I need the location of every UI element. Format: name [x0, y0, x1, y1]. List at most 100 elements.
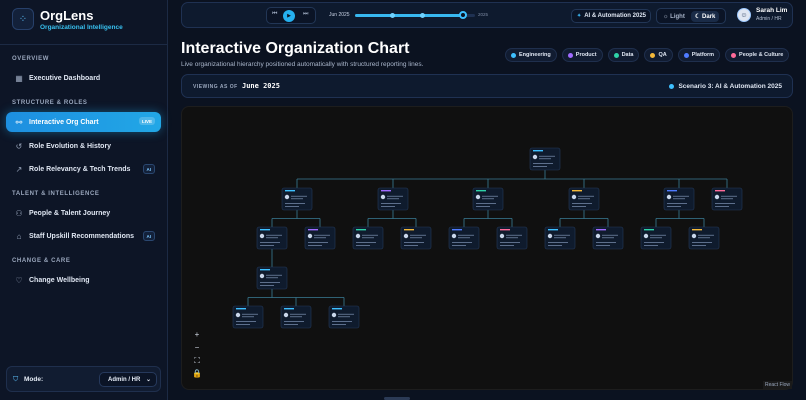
org-node-card[interactable]: [640, 226, 672, 250]
legend-label: QA: [658, 52, 667, 58]
org-node-card[interactable]: [496, 226, 528, 250]
org-node-card[interactable]: [472, 187, 504, 211]
mode-label: Mode:: [24, 376, 44, 383]
org-node-card[interactable]: [304, 226, 336, 250]
live-badge: LIVE: [138, 117, 155, 125]
sidebar-item-label: People & Talent Journey: [29, 209, 111, 217]
chevron-down-icon: ⌄: [145, 377, 151, 383]
legend-item[interactable]: Engineering: [505, 48, 557, 62]
theme-dark-option[interactable]: ☾ Dark: [691, 11, 720, 22]
zoom-in-button[interactable]: +: [191, 328, 203, 341]
org-chart-graph[interactable]: [182, 107, 793, 390]
sidebar-item-role-evolution[interactable]: ↺ Role Evolution & History: [6, 136, 161, 156]
heart-icon: ♡: [15, 275, 23, 285]
scenario-pill-label: AI & Automation 2025: [584, 13, 646, 19]
brand[interactable]: ⁘ OrgLens Organizational Intelligence: [12, 8, 162, 38]
org-node-card[interactable]: [688, 226, 720, 250]
fit-view-button[interactable]: ⛶: [191, 354, 203, 367]
org-node-card[interactable]: [400, 226, 432, 250]
react-flow-attribution[interactable]: React Flow: [763, 381, 793, 389]
viewing-date: June 2025: [242, 82, 280, 90]
sidebar-item-label: Role Evolution & History: [29, 142, 112, 150]
sidebar-item-label: Change Wellbeing: [29, 276, 90, 284]
timeline-thumb[interactable]: [459, 11, 467, 19]
mode-value: Admin / HR: [108, 376, 141, 383]
viewing-bar: VIEWING AS OF June 2025 Scenario 3: AI &…: [181, 74, 793, 98]
section-label-change: CHANGE & CARE: [12, 258, 71, 264]
mode-selector-panel: ⛉ Mode: Admin / HR ⌄: [6, 366, 161, 392]
sidebar-item-people-journey[interactable]: ⚇ People & Talent Journey: [6, 203, 161, 223]
theme-light-option[interactable]: ☼ Light: [659, 11, 689, 22]
legend-label: People & Culture: [739, 52, 784, 58]
skip-back-button[interactable]: ⏮: [272, 11, 277, 18]
sparkle-icon: ✦: [577, 13, 582, 19]
org-node-card[interactable]: [377, 187, 409, 211]
org-node-card[interactable]: [256, 266, 288, 290]
legend-item[interactable]: People & Culture: [725, 48, 790, 62]
legend-dot: [567, 52, 573, 58]
section-label-talent: TALENT & INTELLIGENCE: [12, 191, 100, 197]
org-node-card[interactable]: [281, 187, 313, 211]
sidebar-item-org-chart[interactable]: ⚯ Interactive Org Chart LIVE: [6, 112, 161, 132]
zoom-out-button[interactable]: −: [191, 341, 203, 354]
brand-tagline: Organizational Intelligence: [40, 24, 123, 31]
play-button[interactable]: ▶: [283, 10, 295, 22]
ai-badge: AI: [142, 164, 155, 174]
top-bar: ⏮ ▶ ⏭ Jun 2025 2025 ✦ AI & Automation 20…: [181, 2, 793, 28]
page-subtitle: Live organizational hierarchy positioned…: [181, 61, 424, 68]
legend-item[interactable]: QA: [644, 48, 673, 62]
org-node-card[interactable]: [280, 305, 312, 329]
zoom-controls: + − ⛶ 🔒: [191, 328, 203, 380]
legend-dot: [613, 52, 619, 58]
sidebar-item-change-wellbeing[interactable]: ♡ Change Wellbeing: [6, 270, 161, 290]
sidebar-item-executive-dashboard[interactable]: ▦ Executive Dashboard: [6, 68, 161, 88]
page-title: Interactive Organization Chart: [181, 40, 410, 57]
org-node-card[interactable]: [256, 226, 288, 250]
sidebar-divider: [0, 44, 168, 45]
org-node-card[interactable]: [663, 187, 695, 211]
avatar[interactable]: ☺: [737, 8, 751, 22]
timeline-slider[interactable]: [355, 11, 475, 19]
timeline-progress: [355, 14, 463, 17]
theme-light-label: Light: [670, 13, 685, 20]
org-node-card[interactable]: [544, 226, 576, 250]
legend-item[interactable]: Data: [607, 48, 640, 62]
legend-dot: [683, 52, 689, 58]
grid-icon: ▦: [15, 73, 23, 83]
playback-controls: ⏮ ▶ ⏭: [266, 7, 316, 24]
sidebar-item-upskill[interactable]: ⌂ Staff Upskill Recommendations AI: [6, 226, 161, 246]
legend-label: Product: [575, 52, 597, 58]
legend-item[interactable]: Product: [561, 48, 603, 62]
theme-toggle: ☼ Light ☾ Dark: [656, 8, 726, 24]
org-node-card[interactable]: [592, 226, 624, 250]
trend-icon: ↗: [15, 164, 23, 174]
org-node-card[interactable]: [448, 226, 480, 250]
timeline-marker[interactable]: [390, 13, 395, 18]
skip-forward-button[interactable]: ⏭: [303, 11, 308, 18]
viewing-as-of-label: VIEWING AS OF: [193, 84, 238, 90]
legend-dot: [650, 52, 656, 58]
timeline-marker[interactable]: [420, 13, 425, 18]
sidebar-item-role-relevancy[interactable]: ↗ Role Relevancy & Tech Trends AI: [6, 159, 161, 179]
org-node-card[interactable]: [328, 305, 360, 329]
status-dot: [669, 84, 675, 89]
lock-icon[interactable]: 🔒: [191, 367, 203, 380]
history-icon: ↺: [15, 141, 23, 151]
mode-select[interactable]: Admin / HR ⌄: [99, 372, 157, 387]
sidebar-item-label: Staff Upskill Recommendations: [29, 232, 135, 240]
network-icon: ⁘: [12, 8, 34, 30]
org-chart-canvas[interactable]: + − ⛶ 🔒: [181, 106, 793, 390]
timeline-start-label: Jun 2025: [329, 12, 350, 18]
scenario-pill[interactable]: ✦ AI & Automation 2025: [571, 9, 651, 23]
org-node-card[interactable]: [529, 147, 561, 171]
legend-item[interactable]: Platform: [677, 48, 721, 62]
user-name: Sarah Lim: [756, 7, 788, 14]
legend-label: Data: [621, 52, 634, 58]
org-node-card[interactable]: [232, 305, 264, 329]
org-node-card[interactable]: [352, 226, 384, 250]
legend-label: Engineering: [519, 52, 551, 58]
org-node-card[interactable]: [711, 187, 743, 211]
section-label-structure: STRUCTURE & ROLES: [12, 100, 88, 106]
shield-icon: ⛉: [13, 376, 19, 383]
org-node-card[interactable]: [568, 187, 600, 211]
